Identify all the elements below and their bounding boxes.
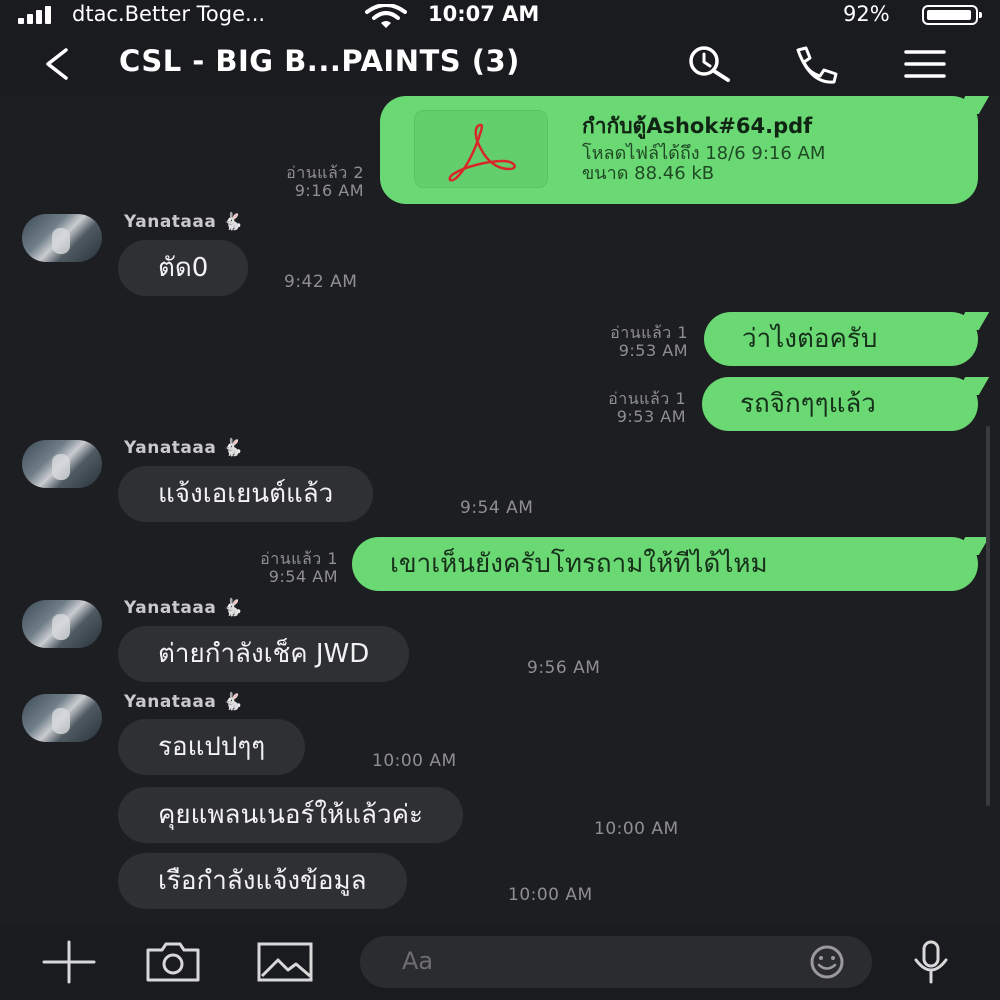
sender-name: Yanataaa 🐇 (124, 212, 245, 232)
message-time: 9:56 AM (527, 658, 601, 678)
sender-name: Yanataaa 🐇 (124, 692, 245, 712)
status-bar: dtac.Better Toge... 10:07 AM 92% (0, 0, 1000, 32)
file-message[interactable]: กำกับตู้Ashok#64.pdf โหลดไฟล์ได้ถึง 18/6… (380, 96, 978, 204)
scrollbar[interactable] (986, 426, 990, 806)
rabbit-icon: 🐇 (222, 212, 245, 232)
signal-icon (18, 6, 51, 24)
message-time: 10:00 AM (594, 819, 679, 839)
sender-name: Yanataaa 🐇 (124, 598, 245, 618)
pdf-icon (414, 110, 548, 188)
carrier-name: dtac.Better Toge... (72, 2, 266, 26)
rabbit-icon: 🐇 (222, 438, 245, 458)
menu-icon[interactable] (902, 44, 948, 84)
message-bubble[interactable]: แจ้งเอเยนต์แล้ว (118, 466, 374, 522)
message-bubble[interactable]: คุยแพลนเนอร์ให้แล้วค่ะ (118, 787, 463, 843)
avatar[interactable] (22, 214, 102, 262)
back-icon[interactable] (40, 46, 76, 82)
message-bubble[interactable]: รอแปปๆๆ (118, 719, 306, 775)
wifi-icon (365, 4, 407, 28)
avatar[interactable] (22, 600, 102, 648)
avatar[interactable] (22, 440, 102, 488)
message-input[interactable]: Aa (360, 936, 872, 988)
plus-icon[interactable] (40, 938, 98, 986)
camera-icon[interactable] (144, 938, 202, 986)
message-bubble[interactable]: ต่ายกำลังเช็ค JWD (118, 626, 410, 682)
phone-icon[interactable] (790, 44, 844, 84)
message-list[interactable]: อ่านแล้ว 2 9:16 AM กำกับตู้Ashok#64.pdf … (0, 96, 1000, 924)
sender-name: Yanataaa 🐇 (124, 438, 245, 458)
message-bubble[interactable]: เรือกำลังแจ้งข้อมูล (118, 853, 407, 909)
battery-percentage: 92% (843, 2, 890, 26)
message-input-bar: Aa (0, 924, 1000, 1000)
battery-icon (922, 5, 982, 25)
rabbit-icon: 🐇 (222, 692, 245, 712)
read-receipt: อ่านแล้ว 1 9:54 AM (260, 549, 338, 586)
read-receipt: อ่านแล้ว 1 9:53 AM (610, 323, 688, 360)
microphone-icon[interactable] (904, 938, 958, 986)
read-receipt: อ่านแล้ว 1 9:53 AM (608, 389, 686, 426)
image-icon[interactable] (256, 938, 314, 986)
emoji-icon[interactable] (800, 944, 854, 980)
message-time: 10:00 AM (372, 751, 457, 771)
file-size: ขนาด 88.46 kB (582, 163, 715, 184)
chat-header: CSL - BIG B...PAINTS (3) (0, 32, 1000, 96)
status-clock: 10:07 AM (428, 2, 540, 26)
message-bubble[interactable]: รถจิกๆๆแล้ว (702, 377, 978, 431)
message-input-placeholder: Aa (402, 947, 434, 975)
search-icon[interactable] (684, 44, 734, 84)
message-bubble[interactable]: ตัด0 (118, 240, 249, 296)
message-bubble[interactable]: ว่าไงต่อครับ (704, 312, 978, 366)
chat-title[interactable]: CSL - BIG B...PAINTS (3) (119, 44, 520, 78)
rabbit-icon: 🐇 (222, 598, 245, 618)
read-receipt: อ่านแล้ว 2 9:16 AM (286, 163, 364, 200)
message-time: 9:42 AM (284, 272, 358, 292)
message-time: 10:00 AM (508, 885, 593, 905)
avatar[interactable] (22, 694, 102, 742)
message-bubble[interactable]: เขาเห็นยังครับโทรถามให้ทีได้ไหม (352, 537, 978, 591)
message-time: 9:54 AM (460, 498, 534, 518)
